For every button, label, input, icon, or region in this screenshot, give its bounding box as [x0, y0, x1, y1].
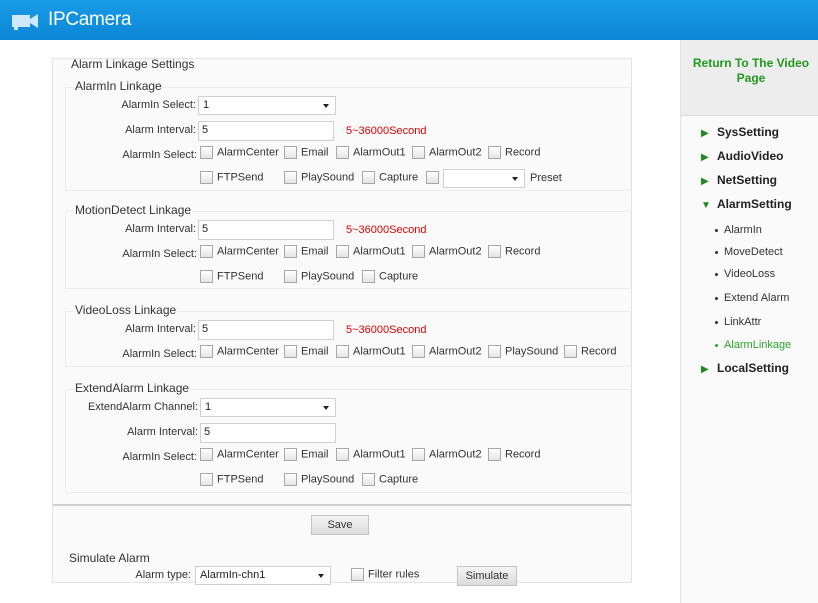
alarmin-select-label: AlarmIn Select:	[121, 99, 196, 111]
motiondetect-linkage-title: MotionDetect Linkage	[74, 203, 193, 217]
extend-checks-label: AlarmIn Select:	[122, 451, 197, 463]
playsound-checkbox[interactable]: PlaySound	[284, 171, 354, 187]
alarmout2-checkbox[interactable]: AlarmOut2	[412, 345, 482, 361]
alarm-type-label: Alarm type:	[135, 569, 191, 581]
record-checkbox[interactable]: Record	[488, 146, 540, 162]
save-divider	[53, 504, 631, 506]
alarm-interval-label: Alarm Interval:	[125, 223, 196, 235]
play-arrow-icon: ▶	[701, 152, 709, 163]
alarmin-checks-label: AlarmIn Select:	[122, 149, 197, 161]
alarmcenter-checkbox[interactable]: AlarmCenter	[200, 146, 279, 162]
videoloss-checks-label: AlarmIn Select:	[122, 348, 197, 360]
chevron-down-icon	[512, 177, 518, 181]
camera-logo-icon	[12, 14, 38, 30]
alarmin-linkage-title: AlarmIn Linkage	[74, 79, 163, 93]
expand-arrow-icon: ▼	[701, 200, 711, 211]
play-arrow-icon: ▶	[701, 176, 709, 187]
interval-hint: 5~36000Second	[346, 224, 427, 236]
extendalarm-linkage-section: ExtendAlarm Linkage ExtendAlarm Channel:…	[65, 381, 631, 493]
capture-checkbox[interactable]: Capture	[362, 270, 418, 286]
sub-item-alarmin[interactable]: AlarmIn	[715, 224, 762, 238]
email-checkbox[interactable]: Email	[284, 448, 329, 464]
return-area: Return To The Video Page	[681, 40, 818, 116]
alarmcenter-checkbox[interactable]: AlarmCenter	[200, 345, 279, 361]
menu-item-audiovideo[interactable]: ▶ AudioVideo	[701, 149, 783, 165]
playsound-checkbox[interactable]: PlaySound	[488, 345, 558, 361]
alarmout1-checkbox[interactable]: AlarmOut1	[336, 448, 406, 464]
alarm-type-value: AlarmIn-chn1	[200, 569, 266, 581]
return-to-video-link[interactable]: Return To The Video Page	[683, 56, 818, 86]
extendalarm-channel-dropdown[interactable]: 1	[200, 398, 336, 417]
extend-interval-input[interactable]: 5	[200, 423, 336, 443]
play-arrow-icon: ▶	[701, 128, 709, 139]
ftpsend-checkbox[interactable]: FTPSend	[200, 473, 263, 489]
record-checkbox[interactable]: Record	[564, 345, 616, 361]
main-content: Alarm Linkage Settings AlarmIn Linkage A…	[0, 40, 680, 603]
motion-checks-label: AlarmIn Select:	[122, 248, 197, 260]
menu-item-netsetting[interactable]: ▶ NetSetting	[701, 173, 777, 189]
email-checkbox[interactable]: Email	[284, 345, 329, 361]
alarmout2-checkbox[interactable]: AlarmOut2	[412, 245, 482, 261]
app-header: IPCamera	[0, 0, 818, 40]
alarmout1-checkbox[interactable]: AlarmOut1	[336, 146, 406, 162]
play-arrow-icon: ▶	[701, 364, 709, 375]
playsound-checkbox[interactable]: PlaySound	[284, 270, 354, 286]
email-checkbox[interactable]: Email	[284, 146, 329, 162]
alarmcenter-checkbox[interactable]: AlarmCenter	[200, 245, 279, 261]
alarmout2-checkbox[interactable]: AlarmOut2	[412, 448, 482, 464]
preset-checkbox[interactable]	[426, 171, 443, 187]
ftpsend-checkbox[interactable]: FTPSend	[200, 270, 263, 286]
capture-checkbox[interactable]: Capture	[362, 171, 418, 187]
alarmcenter-checkbox[interactable]: AlarmCenter	[200, 448, 279, 464]
capture-checkbox[interactable]: Capture	[362, 473, 418, 489]
menu-item-localsetting[interactable]: ▶ LocalSetting	[701, 361, 789, 377]
app-title: IPCamera	[48, 9, 132, 30]
alarm-interval-label: Alarm Interval:	[125, 124, 196, 136]
sub-item-linkattr[interactable]: LinkAttr	[715, 316, 761, 330]
alarmout1-checkbox[interactable]: AlarmOut1	[336, 345, 406, 361]
chevron-down-icon	[323, 406, 329, 410]
alarm-interval-label: Alarm Interval:	[127, 426, 198, 438]
extendalarm-linkage-title: ExtendAlarm Linkage	[74, 381, 191, 395]
menu-item-syssetting[interactable]: ▶ SysSetting	[701, 125, 779, 141]
record-checkbox[interactable]: Record	[488, 448, 540, 464]
sub-item-videoloss[interactable]: VideoLoss	[715, 268, 775, 282]
alarmin-select-value: 1	[203, 99, 210, 111]
sub-item-movedetect[interactable]: MoveDetect	[715, 246, 783, 260]
videoloss-linkage-section: VideoLoss Linkage Alarm Interval: 5 5~36…	[65, 303, 631, 367]
chevron-down-icon	[323, 104, 329, 108]
videoloss-interval-input[interactable]: 5	[198, 320, 334, 340]
motion-interval-input[interactable]: 5	[198, 220, 334, 240]
extendalarm-channel-value: 1	[205, 401, 212, 413]
alarmin-interval-input[interactable]: 5	[198, 121, 334, 141]
simulate-button[interactable]: Simulate	[457, 566, 517, 586]
alarmout2-checkbox[interactable]: AlarmOut2	[412, 146, 482, 162]
interval-hint: 5~36000Second	[346, 125, 427, 137]
alarmin-linkage-section: AlarmIn Linkage AlarmIn Select: 1 Alarm …	[65, 79, 631, 191]
settings-sidebar: Return To The Video Page ▶ SysSetting ▶ Au…	[680, 40, 818, 603]
simulate-alarm-title: Simulate Alarm	[69, 551, 150, 565]
chevron-down-icon	[318, 574, 324, 578]
filter-rules-checkbox[interactable]: Filter rules	[351, 568, 419, 584]
sub-item-alarmlinkage[interactable]: AlarmLinkage	[715, 339, 791, 353]
save-button[interactable]: Save	[311, 515, 369, 535]
preset-dropdown[interactable]	[443, 169, 525, 188]
playsound-checkbox[interactable]: PlaySound	[284, 473, 354, 489]
alarmout1-checkbox[interactable]: AlarmOut1	[336, 245, 406, 261]
sub-item-extend-alarm[interactable]: Extend Alarm	[715, 292, 789, 306]
alarm-type-dropdown[interactable]: AlarmIn-chn1	[195, 566, 331, 585]
settings-title: Alarm Linkage Settings	[71, 57, 195, 71]
alarm-linkage-panel: Alarm Linkage Settings AlarmIn Linkage A…	[52, 57, 632, 586]
interval-hint: 5~36000Second	[346, 324, 427, 336]
extendalarm-channel-label: ExtendAlarm Channel:	[87, 401, 198, 413]
alarmin-select-dropdown[interactable]: 1	[198, 96, 336, 115]
record-checkbox[interactable]: Record	[488, 245, 540, 261]
ftpsend-checkbox[interactable]: FTPSend	[200, 171, 263, 187]
preset-label: Preset	[530, 172, 562, 184]
menu-item-alarmsetting[interactable]: ▼ AlarmSetting	[701, 197, 792, 213]
email-checkbox[interactable]: Email	[284, 245, 329, 261]
motiondetect-linkage-section: MotionDetect Linkage Alarm Interval: 5 5…	[65, 203, 631, 289]
videoloss-linkage-title: VideoLoss Linkage	[74, 303, 178, 317]
alarm-interval-label: Alarm Interval:	[125, 323, 196, 335]
